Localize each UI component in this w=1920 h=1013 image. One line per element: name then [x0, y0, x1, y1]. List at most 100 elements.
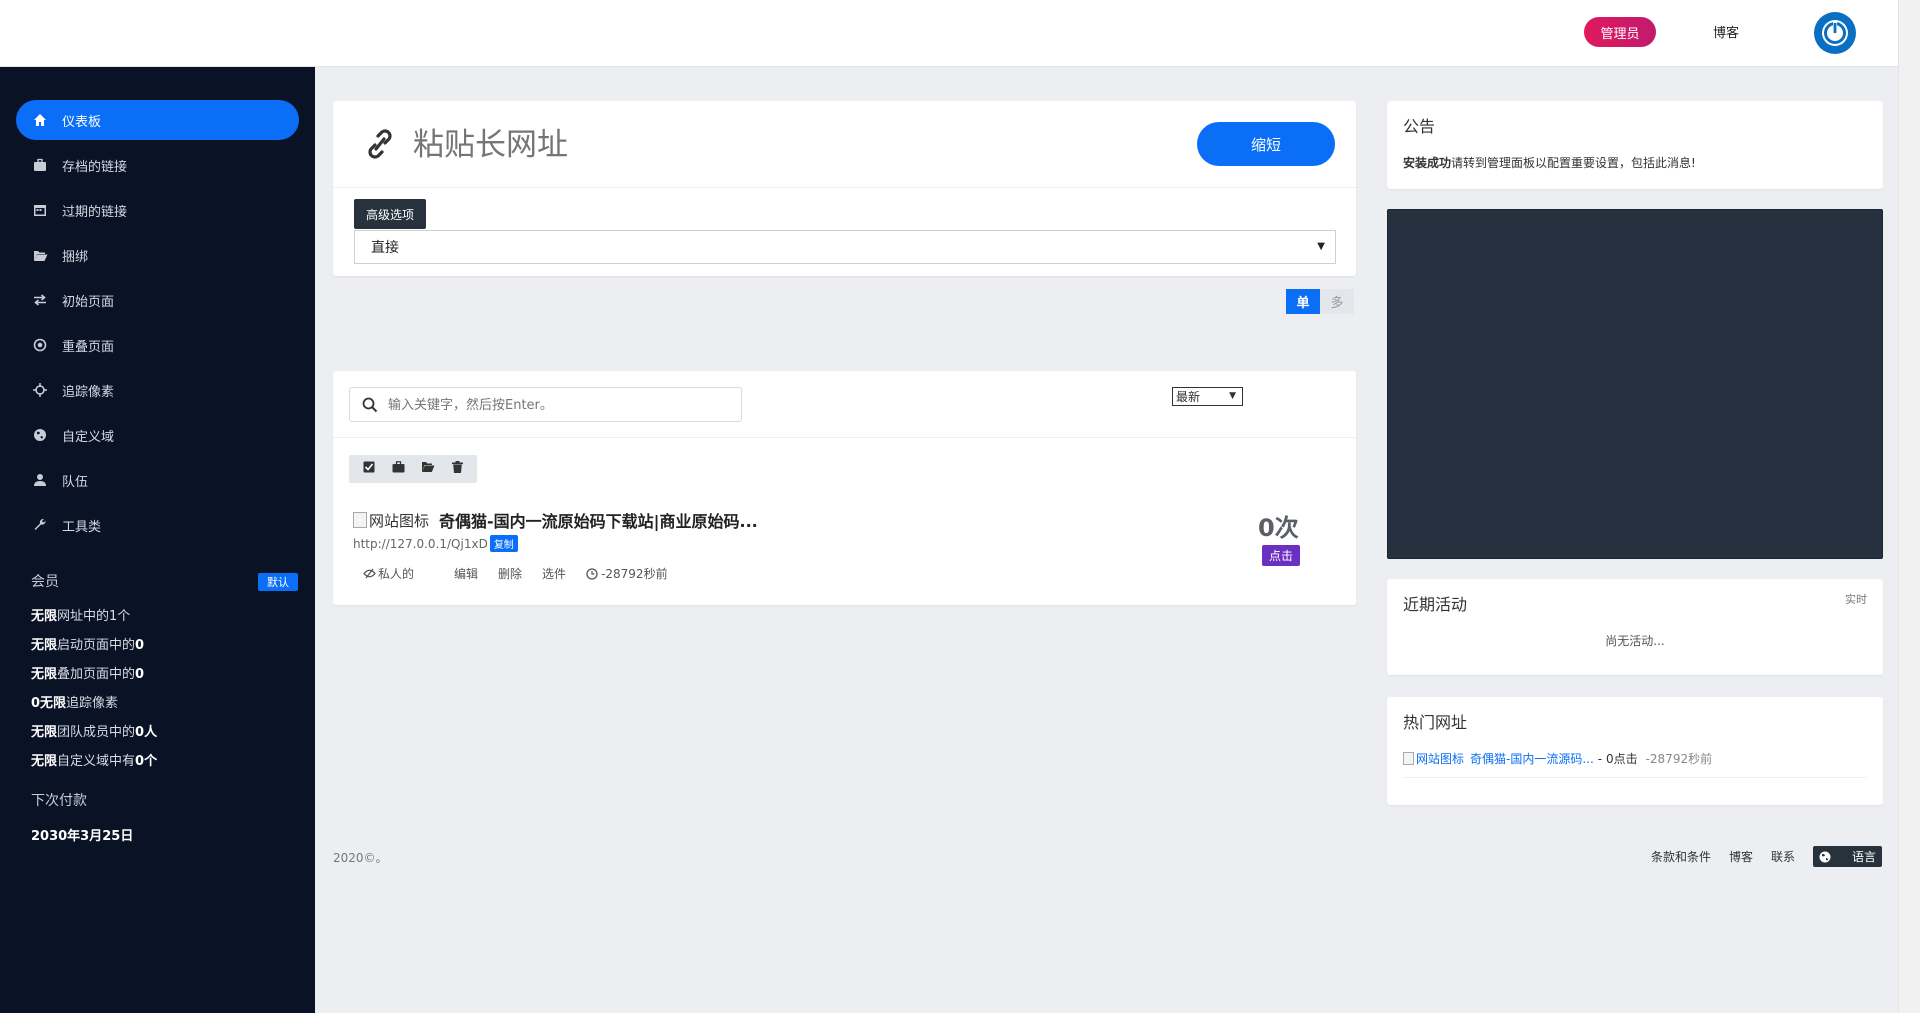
top-url-clicks: - 0点击: [1597, 752, 1638, 766]
advanced-options-button[interactable]: 高级选项: [354, 199, 427, 229]
sidebar-item-label: 自定义域: [62, 429, 115, 445]
home-icon: [32, 112, 48, 128]
power-icon: [1822, 20, 1848, 46]
sidebar: 仪表板 存档的链接 过期的链接 捆绑 初始页面 重叠页面 追踪像素 自定义域 队…: [0, 67, 315, 1013]
trash-icon[interactable]: [451, 461, 463, 477]
favicon-image: 网站图标: [1403, 750, 1464, 767]
empty-activity-text: 尚无活动...: [1605, 634, 1665, 648]
mode-toggle: 单 多: [1286, 289, 1354, 314]
sort-select[interactable]: 最新 ▼: [1172, 387, 1243, 406]
sidebar-item-label: 存档的链接: [62, 159, 128, 175]
search-icon: [362, 397, 378, 417]
search-box: [349, 387, 742, 422]
caret-down-icon: ▼: [1229, 391, 1236, 401]
folder-open-icon: [32, 247, 48, 263]
quota-splash-pages: 无限启动页面中的0: [31, 638, 145, 653]
next-payment-date: 2030年3月25日: [31, 829, 134, 844]
check-square-icon[interactable]: [363, 461, 375, 477]
quota-pixels: 0无限追踪像素: [31, 696, 119, 711]
target-icon: [32, 337, 48, 353]
links-card: 最新 ▼ 网站图标 奇偶猫-国内一流原始码下载站|商业原始码... http:/…: [333, 371, 1356, 605]
terms-link[interactable]: 条款和条件: [1651, 848, 1711, 865]
sidebar-item-label: 仪表板: [62, 114, 102, 130]
top-url-time: -28792秒前: [1645, 752, 1713, 766]
sidebar-item-custom-domains[interactable]: 自定义域: [16, 415, 299, 455]
link-icon: [365, 127, 395, 165]
blog-link[interactable]: 博客: [1713, 22, 1739, 41]
quota-urls: 无限网址中的1个: [31, 609, 131, 624]
sidebar-item-label: 重叠页面: [62, 339, 115, 355]
eye-slash-icon: [363, 568, 376, 579]
sidebar-item-splash-pages[interactable]: 初始页面: [16, 280, 299, 320]
exchange-icon: [32, 292, 48, 308]
search-input[interactable]: [388, 394, 728, 416]
url-input-row: 缩短: [333, 101, 1356, 188]
link-title[interactable]: 奇偶猫-国内一流原始码下载站|商业原始码...: [439, 508, 758, 532]
wrench-icon: [32, 517, 48, 533]
sidebar-item-tools[interactable]: 工具类: [16, 505, 299, 545]
top-url-item: 网站图标 奇偶猫-国内一流源码... - 0点击 -28792秒前: [1403, 750, 1712, 767]
redirect-type-select[interactable]: 直接 ▼: [354, 230, 1336, 264]
short-url[interactable]: http://127.0.0.1/Qj1xD: [353, 537, 488, 551]
sidebar-item-label: 追踪像素: [62, 384, 115, 400]
sidebar-item-label: 过期的链接: [62, 204, 128, 220]
sidebar-item-label: 工具类: [62, 519, 102, 535]
delete-link[interactable]: 删除: [498, 565, 522, 582]
membership-title: 会员: [31, 574, 59, 590]
sidebar-item-overlay-pages[interactable]: 重叠页面: [16, 325, 299, 365]
footer-blog-link[interactable]: 博客: [1729, 848, 1753, 865]
contact-link[interactable]: 联系: [1771, 848, 1795, 865]
footer-links: 条款和条件 博客 联系 语言: [1633, 846, 1882, 867]
crosshair-icon: [32, 382, 48, 398]
sidebar-item-expired-links[interactable]: 过期的链接: [16, 190, 299, 230]
admin-button[interactable]: 管理员: [1584, 17, 1656, 47]
privacy-toggle[interactable]: 私人的: [363, 565, 434, 582]
scrollbar[interactable]: [1898, 0, 1920, 1013]
sidebar-item-dashboard[interactable]: 仪表板: [16, 100, 299, 140]
redirect-type-value: 直接: [371, 240, 399, 256]
announcement-text: 安装成功请转到管理面板以配置重要设置，包括此消息!: [1403, 156, 1696, 170]
top-url-link[interactable]: 奇偶猫-国内一流源码...: [1470, 750, 1594, 767]
sidebar-item-archived-links[interactable]: 存档的链接: [16, 145, 299, 185]
divider: [1403, 777, 1867, 778]
copyright: 2020©。: [333, 851, 388, 865]
quota-overlay-pages: 无限叠加页面中的0: [31, 667, 145, 682]
globe-icon: [1819, 851, 1831, 862]
copy-button[interactable]: 复制: [489, 535, 518, 552]
long-url-input[interactable]: [413, 123, 1113, 167]
edit-link[interactable]: 编辑: [454, 565, 478, 582]
top-urls-card: 热门网址 网站图标 奇偶猫-国内一流源码... - 0点击 -28792秒前: [1387, 697, 1883, 805]
folder-open-icon[interactable]: [421, 461, 435, 477]
calendar-icon: [32, 202, 48, 218]
shortener-card: 缩短 高级选项 直接 ▼: [333, 101, 1356, 276]
plan-badge: 默认: [258, 573, 298, 591]
multi-mode-button[interactable]: 多: [1320, 289, 1354, 314]
announcement-title: 公告: [1403, 117, 1436, 136]
next-payment-label: 下次付款: [31, 793, 87, 809]
clicks-badge: 点击: [1262, 545, 1301, 566]
power-button[interactable]: [1814, 12, 1856, 54]
caret-down-icon: ▼: [1317, 241, 1325, 252]
sidebar-item-tracking-pixels[interactable]: 追踪像素: [16, 370, 299, 410]
sidebar-item-bundles[interactable]: 捆绑: [16, 235, 299, 275]
link-time: -28792秒前: [586, 565, 688, 582]
quota-custom-domains: 无限自定义域中有0个: [31, 754, 158, 769]
options-link[interactable]: 选件: [542, 565, 566, 582]
quota-team-members: 无限团队成员中的0人: [31, 725, 158, 740]
globe-icon: [32, 427, 48, 443]
language-button[interactable]: 语言: [1812, 846, 1882, 867]
shorten-button[interactable]: 缩短: [1197, 122, 1335, 166]
recent-activity-card: 近期活动 实时 尚无活动...: [1387, 579, 1883, 675]
clock-icon: [586, 567, 598, 580]
favicon-image: 网站图标: [353, 510, 429, 531]
short-url-row: http://127.0.0.1/Qj1xD 复制: [353, 535, 518, 552]
single-mode-button[interactable]: 单: [1286, 289, 1320, 314]
bulk-actions: [349, 455, 477, 483]
user-icon: [32, 472, 48, 488]
top-urls-title: 热门网址: [1403, 713, 1468, 732]
briefcase-icon[interactable]: [392, 461, 405, 477]
link-title-row: 网站图标 奇偶猫-国内一流原始码下载站|商业原始码...: [353, 508, 758, 532]
link-actions: 私人的 编辑 删除 选件 -28792秒前: [363, 565, 708, 582]
sort-value: 最新: [1176, 390, 1201, 404]
sidebar-item-team[interactable]: 队伍: [16, 460, 299, 500]
